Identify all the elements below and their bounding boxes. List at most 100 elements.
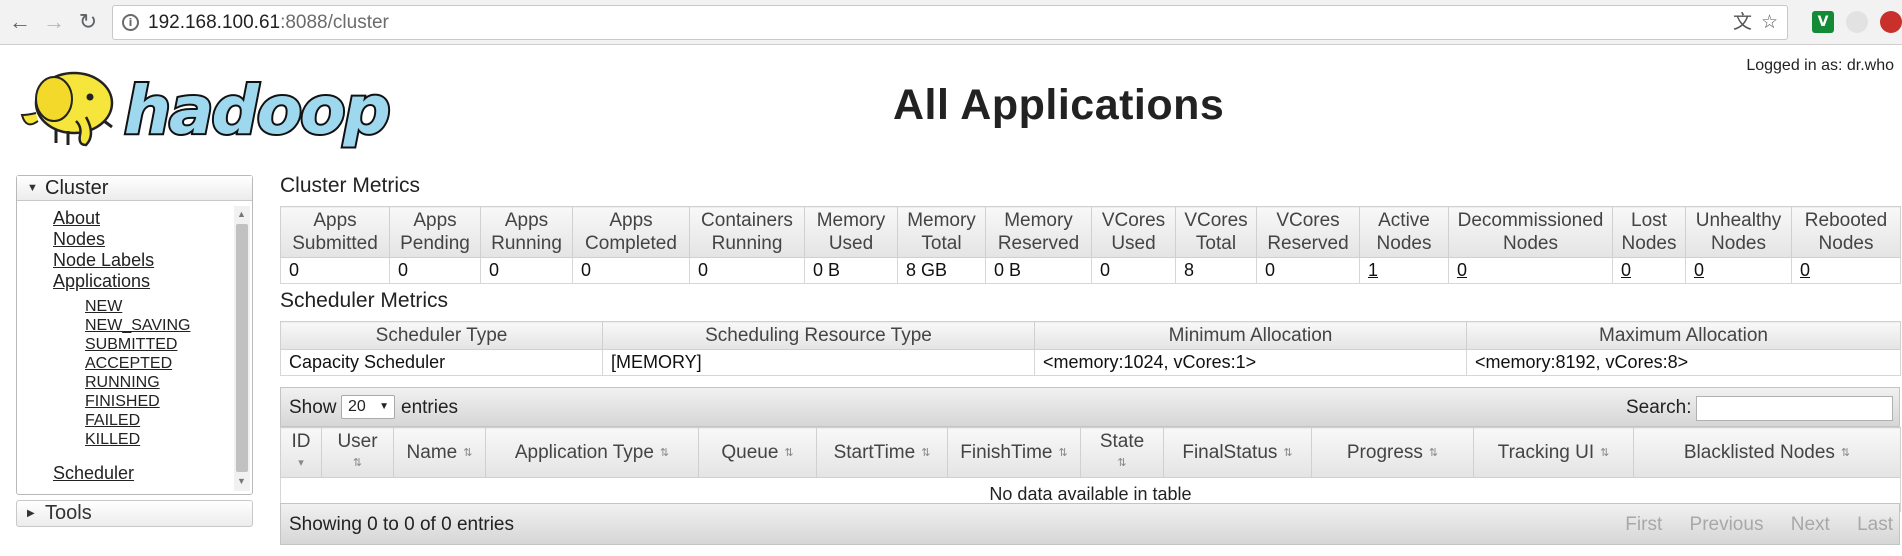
cluster-metric-value: 0 (689, 257, 805, 284)
chevron-down-icon: ▼ (379, 401, 389, 412)
search-input[interactable] (1696, 396, 1893, 421)
cluster-metric-value[interactable]: 0 (1685, 257, 1792, 284)
sidebar-state-killed[interactable]: KILLED (85, 430, 191, 449)
cluster-metrics-title: Cluster Metrics (280, 174, 421, 197)
sidebar-state-new[interactable]: NEW (85, 297, 191, 316)
cluster-metric-value: 8 GB (897, 257, 986, 284)
column-header[interactable]: Application Type ⇅ (485, 427, 699, 478)
resource-type-value: [MEMORY] (602, 349, 1035, 376)
sort-both-icon: ⇅ (784, 446, 794, 459)
sidebar-scrollbar[interactable]: ▲ ▼ (234, 206, 250, 491)
sidebar-state-submitted[interactable]: SUBMITTED (85, 335, 191, 354)
cluster-metric-header: Apps Submitted (280, 206, 390, 258)
reload-icon[interactable]: ↻ (74, 8, 102, 36)
sort-both-icon: ⇅ (1600, 446, 1610, 459)
logged-in-user: Logged in as: dr.who (1746, 57, 1894, 74)
cluster-metrics-table: Apps Submitted Apps Pending Apps Running Apps C… (280, 206, 1901, 284)
sidebar-link-scheduler[interactable]: Scheduler (53, 463, 134, 484)
column-header[interactable]: Tracking UI ⇅ (1473, 427, 1634, 478)
entries-label: entries (401, 397, 459, 418)
sort-both-icon: ⇅ (1428, 446, 1439, 459)
resource-type-header: Scheduling Resource Type (602, 321, 1035, 350)
scroll-up-icon[interactable]: ▲ (237, 209, 246, 219)
cluster-metric-value: 0 (480, 257, 573, 284)
page-size-select[interactable]: 20 ▼ (341, 395, 395, 419)
address-bar[interactable]: i 192.168.100.61:8088/cluster 文 ☆ (112, 5, 1788, 40)
sidebar-link-applications[interactable]: Applications (53, 271, 154, 292)
min-allocation-header: Minimum Allocation (1034, 321, 1467, 350)
column-header[interactable]: ID ▾ (280, 427, 322, 478)
sidebar-state-failed[interactable]: FAILED (85, 411, 191, 430)
scroll-thumb[interactable] (236, 224, 248, 472)
column-header[interactable]: Queue ⇅ (698, 427, 817, 478)
sidebar-state-running[interactable]: RUNNING (85, 373, 191, 392)
cluster-metric-header: Decommissioned Nodes (1448, 206, 1613, 258)
sort-both-icon: ⇅ (1840, 446, 1851, 459)
pager-last[interactable]: Last (1857, 514, 1893, 535)
sort-both-icon: ⇅ (921, 446, 931, 459)
triangle-down-icon: ▼ (27, 182, 38, 194)
cluster-metric-value[interactable]: 1 (1359, 257, 1449, 284)
browser-toolbar: ← → ↻ i 192.168.100.61:8088/cluster 文 ☆ … (0, 0, 1902, 45)
sidebar-state-new-saving[interactable]: NEW_SAVING (85, 316, 191, 335)
bookmark-star-icon[interactable]: ☆ (1761, 12, 1778, 34)
scheduler-metrics-value-row: Capacity Scheduler [MEMORY] <memory:1024… (280, 349, 1901, 376)
sidebar-link-nodes[interactable]: Nodes (53, 229, 154, 250)
extension-grey-icon[interactable] (1846, 11, 1868, 33)
extension-red-icon[interactable] (1880, 11, 1902, 33)
hadoop-logo[interactable]: hadoop (16, 55, 394, 150)
column-header[interactable]: Blacklisted Nodes ⇅ (1633, 427, 1901, 478)
column-header[interactable]: Name ⇅ (393, 427, 486, 478)
pager-first[interactable]: First (1625, 514, 1662, 535)
cluster-metric-value: 8 (1175, 257, 1257, 284)
column-header[interactable]: StartTime ⇅ (816, 427, 948, 478)
forward-arrow-icon[interactable]: → (40, 8, 68, 36)
sort-both-icon: ⇅ (1117, 457, 1127, 469)
sidebar-state-finished[interactable]: FINISHED (85, 392, 191, 411)
scroll-down-icon[interactable]: ▼ (237, 476, 246, 486)
cluster-metric-header: Unhealthy Nodes (1685, 206, 1792, 258)
column-header[interactable]: State ⇅ (1080, 427, 1164, 478)
cluster-metric-header: Active Nodes (1359, 206, 1449, 258)
cluster-metric-header: Rebooted Nodes (1791, 206, 1901, 258)
column-header[interactable]: Progress ⇅ (1311, 427, 1474, 478)
cluster-metric-value: 0 (1256, 257, 1360, 284)
search-label: Search: (1626, 397, 1692, 418)
sort-both-icon: ⇅ (1283, 446, 1293, 459)
sort-both-icon: ⇅ (1058, 446, 1068, 459)
cluster-metric-value: 0 (1091, 257, 1176, 284)
cluster-metric-header: Memory Reserved (985, 206, 1092, 258)
back-arrow-icon[interactable]: ← (6, 8, 34, 36)
sidebar-cluster-header[interactable]: ▼ Cluster (17, 176, 252, 201)
sidebar-link-about[interactable]: About (53, 208, 154, 229)
apps-table-footer: Showing 0 to 0 of 0 entries First Previo… (280, 503, 1900, 545)
sidebar-link-node-labels[interactable]: Node Labels (53, 250, 154, 271)
apps-table-toolbar: Show 20 ▼ entries Search: (280, 387, 1900, 427)
column-header[interactable]: FinishTime ⇅ (947, 427, 1081, 478)
max-allocation-value: <memory:8192, vCores:8> (1466, 349, 1901, 376)
scheduler-metrics-header-row: Scheduler Type Scheduling Resource Type … (280, 321, 1901, 350)
page-title: All Applications (893, 81, 1225, 129)
column-header[interactable]: User ⇅ (321, 427, 394, 478)
cluster-metric-header: VCores Total (1175, 206, 1257, 258)
cluster-metric-value[interactable]: 0 (1791, 257, 1901, 284)
pager-previous[interactable]: Previous (1690, 514, 1764, 535)
cluster-metric-value: 0 (572, 257, 690, 284)
info-icon[interactable]: i (122, 14, 139, 31)
cluster-metric-value[interactable]: 0 (1612, 257, 1686, 284)
extension-v-icon[interactable]: V (1812, 11, 1834, 33)
sidebar-state-accepted[interactable]: ACCEPTED (85, 354, 191, 373)
cluster-metric-value[interactable]: 0 (1448, 257, 1613, 284)
url-text[interactable]: 192.168.100.61:8088/cluster (148, 12, 389, 34)
column-header[interactable]: FinalStatus ⇅ (1163, 427, 1312, 478)
cluster-metric-header: Memory Used (804, 206, 898, 258)
sidebar-cluster-panel: ▼ Cluster About Nodes Node Labels Applica… (16, 175, 253, 495)
applications-table: ID ▾ User ⇅ Name ⇅ Application Type ⇅ Queue ⇅ Star… (280, 427, 1901, 512)
pager-next[interactable]: Next (1791, 514, 1830, 535)
translate-icon[interactable]: 文 (1733, 12, 1752, 34)
table-info: Showing 0 to 0 of 0 entries (289, 514, 514, 535)
sort-both-icon: ⇅ (463, 446, 473, 459)
sort-both-icon: ⇅ (659, 446, 670, 459)
sidebar-tools-header[interactable]: ▶ Tools (16, 500, 253, 527)
sort-desc-icon: ▾ (298, 457, 304, 469)
